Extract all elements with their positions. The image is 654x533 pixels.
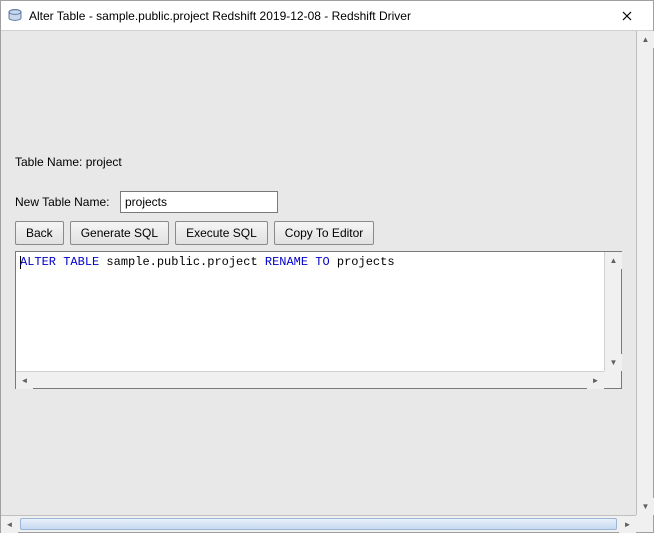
scroll-up-icon[interactable]: ▲ <box>605 252 622 269</box>
sql-vertical-scrollbar[interactable]: ▲ ▼ <box>604 252 621 371</box>
close-button[interactable] <box>607 2 647 30</box>
new-name-row: New Table Name: <box>15 191 622 213</box>
sql-horizontal-scrollbar[interactable]: ◄ ► <box>16 371 604 388</box>
generate-sql-button[interactable]: Generate SQL <box>70 221 169 245</box>
scroll-corner <box>604 371 621 388</box>
dialog-window: Alter Table - sample.public.project Reds… <box>0 0 654 533</box>
sql-keyword: TO <box>315 255 329 269</box>
scroll-track[interactable] <box>18 516 619 532</box>
outer-horizontal-scrollbar[interactable]: ◄ ► <box>1 515 636 532</box>
titlebar[interactable]: Alter Table - sample.public.project Reds… <box>1 1 653 31</box>
back-button[interactable]: Back <box>15 221 64 245</box>
scroll-left-icon[interactable]: ◄ <box>16 372 33 389</box>
window-title: Alter Table - sample.public.project Reds… <box>29 9 607 23</box>
sql-keyword: RENAME <box>265 255 308 269</box>
scroll-track[interactable] <box>33 372 587 388</box>
scroll-down-icon[interactable]: ▼ <box>637 498 654 515</box>
scroll-down-icon[interactable]: ▼ <box>605 354 622 371</box>
scroll-right-icon[interactable]: ► <box>587 372 604 389</box>
sql-keyword: TABLE <box>63 255 99 269</box>
copy-to-editor-button[interactable]: Copy To Editor <box>274 221 375 245</box>
sql-text[interactable]: ALTER TABLE sample.public.project RENAME… <box>16 252 604 371</box>
execute-sql-button[interactable]: Execute SQL <box>175 221 268 245</box>
sql-token: sample.public.project <box>99 255 265 269</box>
sql-token: projects <box>330 255 395 269</box>
sql-editor[interactable]: ALTER TABLE sample.public.project RENAME… <box>15 251 622 389</box>
new-table-name-label: New Table Name: <box>15 195 120 209</box>
outer-vertical-scrollbar[interactable]: ▲ ▼ <box>636 31 653 515</box>
scroll-corner <box>636 515 653 532</box>
sql-keyword: ALTER <box>20 255 56 269</box>
content-pane: Table Name: project New Table Name: Back… <box>1 31 636 515</box>
scroll-right-icon[interactable]: ► <box>619 516 636 533</box>
scroll-left-icon[interactable]: ◄ <box>1 516 18 533</box>
scroll-track[interactable] <box>637 48 653 498</box>
table-name-label: Table Name: project <box>15 155 622 169</box>
buttons-row: Back Generate SQL Execute SQL Copy To Ed… <box>15 221 622 245</box>
scroll-up-icon[interactable]: ▲ <box>637 31 654 48</box>
scroll-track[interactable] <box>605 269 621 354</box>
app-icon <box>7 8 23 24</box>
new-table-name-input[interactable] <box>120 191 278 213</box>
scroll-thumb[interactable] <box>20 518 617 530</box>
client-area: Table Name: project New Table Name: Back… <box>1 31 653 532</box>
